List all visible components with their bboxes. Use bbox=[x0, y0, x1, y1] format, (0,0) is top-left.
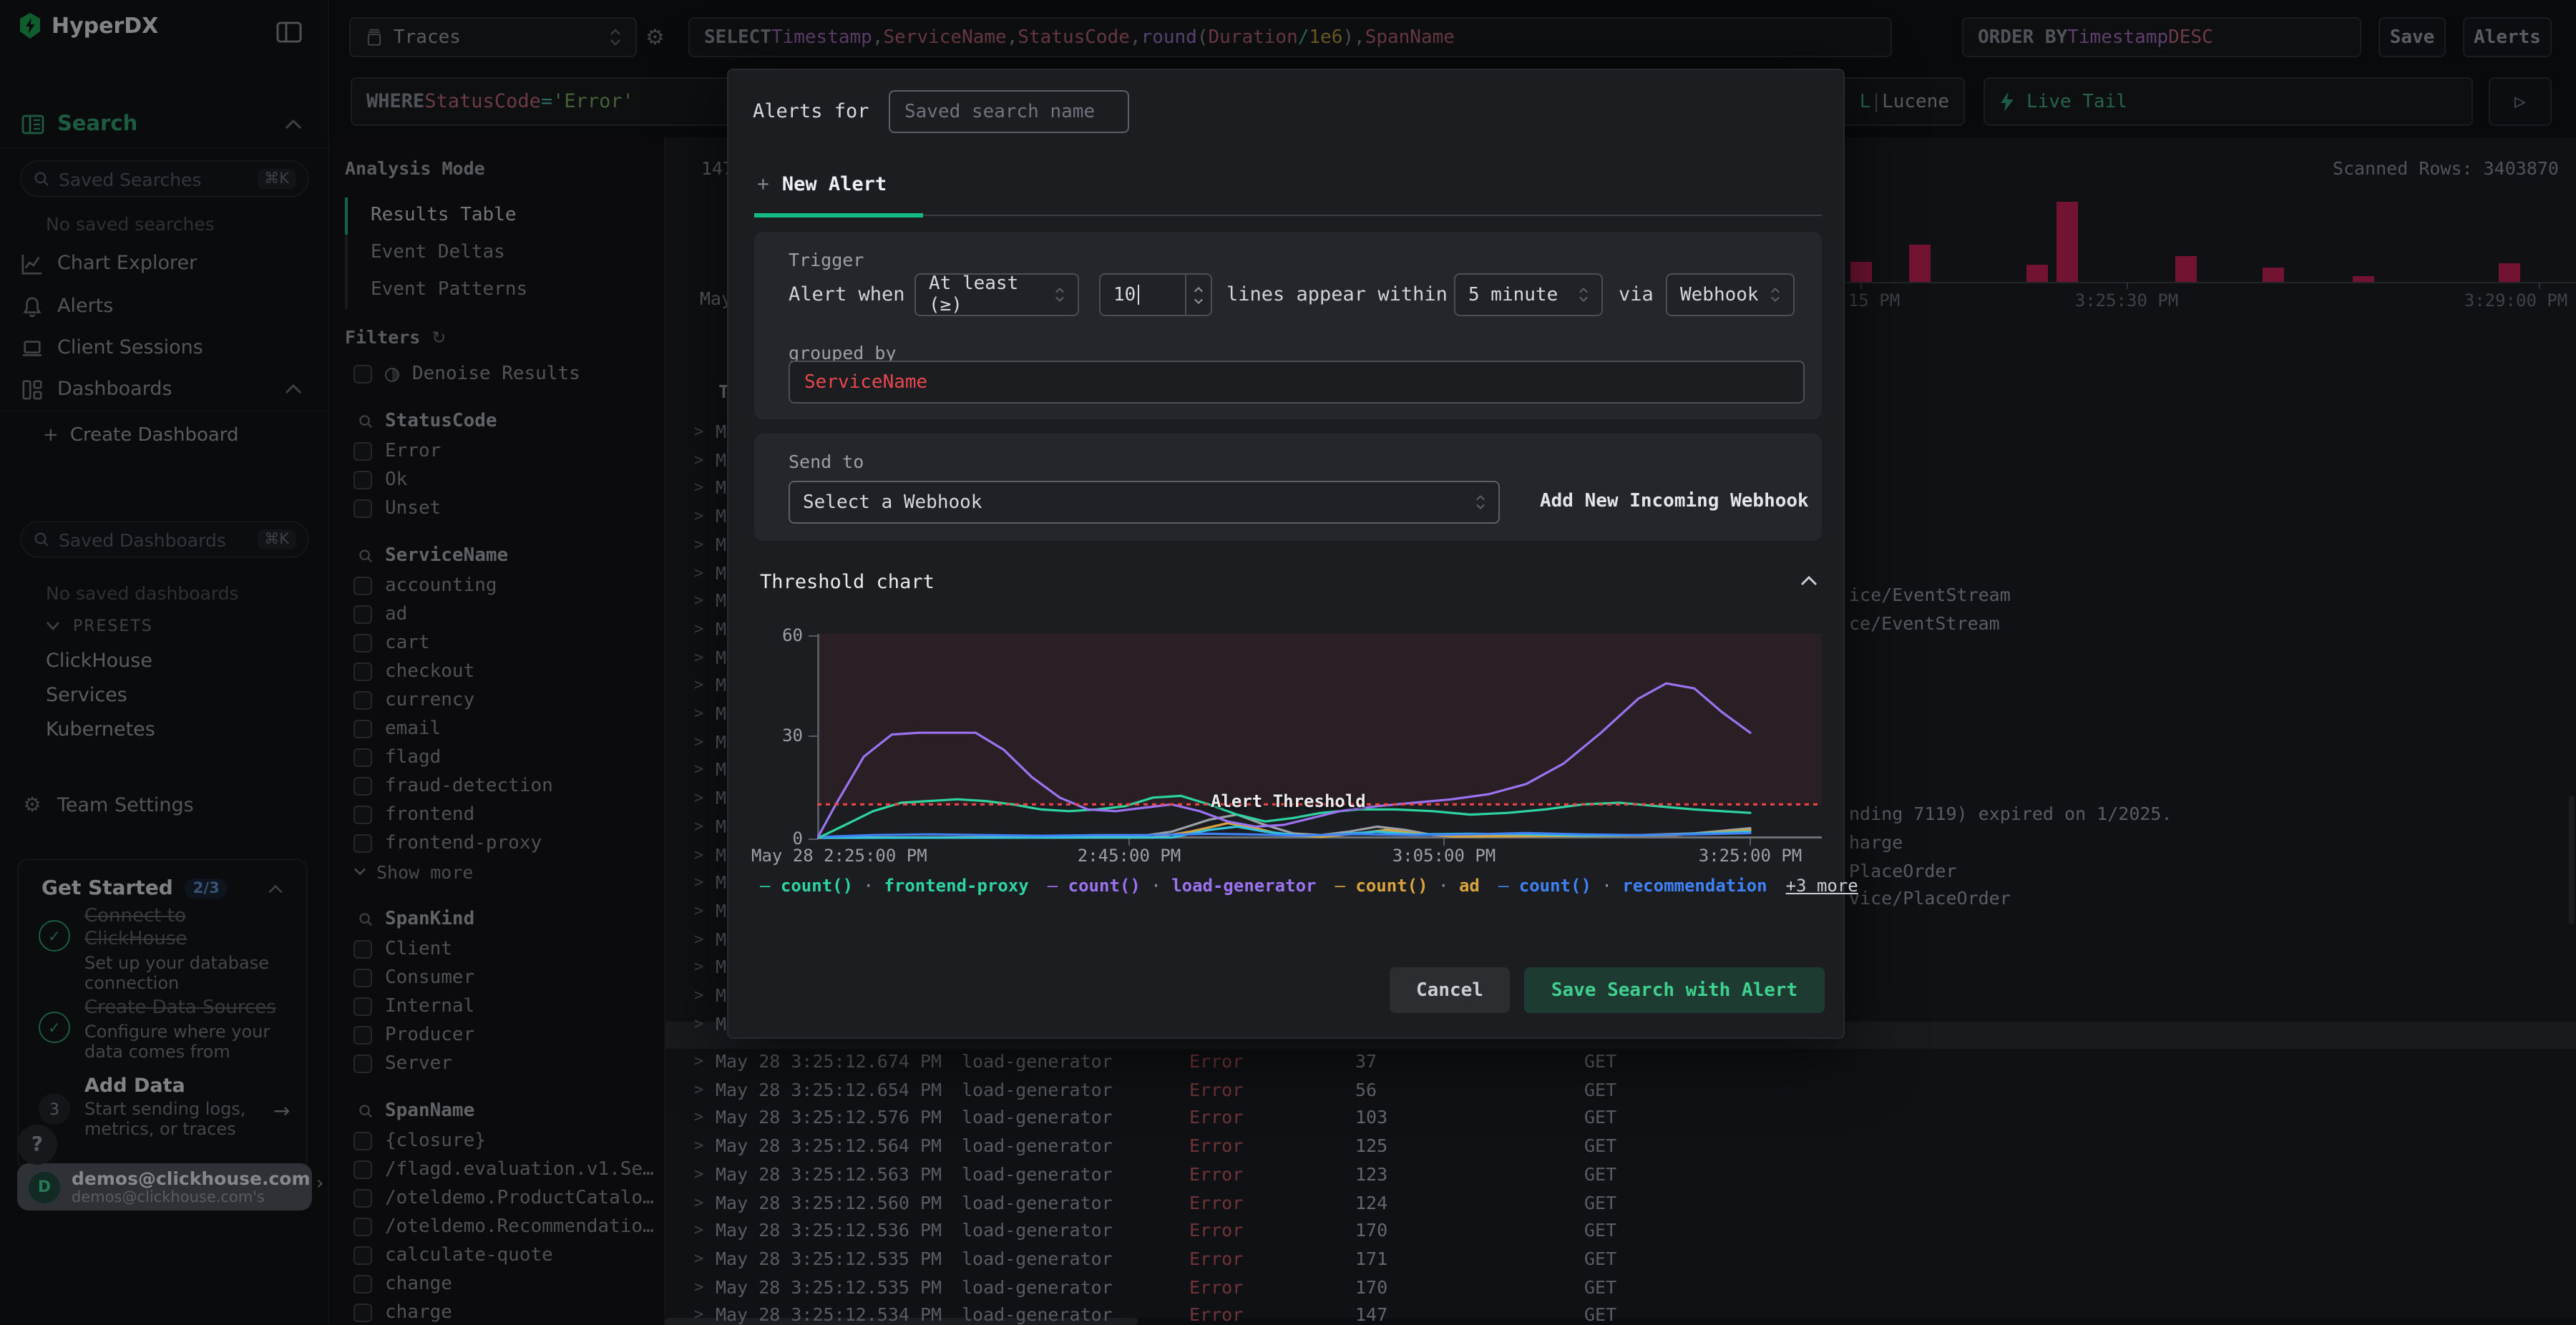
chevron-updown-icon bbox=[1579, 286, 1589, 303]
lines-appear-label: lines appear within bbox=[1226, 283, 1448, 306]
channel-value: Webhook bbox=[1680, 284, 1759, 305]
send-to-panel: Send to Select a Webhook Add New Incomin… bbox=[754, 434, 1822, 541]
legend-separator: · bbox=[1591, 876, 1623, 896]
condition-value: At least (≥) bbox=[929, 273, 1019, 316]
alert-when-label: Alert when bbox=[789, 283, 905, 306]
grouped-by-value: ServiceName bbox=[804, 371, 928, 393]
legend-item-load-generator[interactable]: — count() · load-generator bbox=[1048, 876, 1317, 896]
legend-item-frontend-proxy[interactable]: — count() · frontend-proxy bbox=[760, 876, 1029, 896]
threshold-value: 10 bbox=[1113, 284, 1136, 305]
y-tick-mark bbox=[809, 735, 817, 737]
chart-legend: — count() · frontend-proxy — count() · lo… bbox=[760, 876, 1858, 896]
window-select[interactable]: 5 minute bbox=[1454, 273, 1603, 316]
trigger-panel: Trigger Alert when At least (≥) 10 lines… bbox=[754, 232, 1822, 419]
send-to-label: Send to bbox=[789, 451, 864, 472]
x-axis-label: 3:05:00 PM bbox=[1392, 846, 1496, 866]
y-axis-tick: 60 bbox=[782, 625, 803, 645]
modal-title: Alerts for bbox=[753, 100, 869, 123]
via-label: via bbox=[1619, 283, 1654, 306]
legend-swatch: — bbox=[1335, 876, 1356, 896]
webhook-placeholder: Select a Webhook bbox=[803, 492, 982, 513]
chevron-updown-icon bbox=[1770, 286, 1780, 303]
plus-icon: + bbox=[757, 173, 769, 196]
legend-series-name: load-generator bbox=[1171, 876, 1317, 896]
legend-item-recommendation[interactable]: — count() · recommendation bbox=[1498, 876, 1767, 896]
legend-swatch: — bbox=[1498, 876, 1519, 896]
hyperdx-app: Traces ⚙ SELECT Timestamp, ServiceName, St… bbox=[0, 0, 2576, 1325]
x-axis-label: 2:45:00 PM bbox=[1077, 846, 1181, 866]
threshold-chart-title: Threshold chart bbox=[760, 571, 935, 594]
webhook-select[interactable]: Select a Webhook bbox=[789, 481, 1500, 524]
add-webhook-button[interactable]: Add New Incoming Webhook bbox=[1540, 491, 1809, 512]
threshold-chart-svg bbox=[816, 634, 1822, 846]
above-threshold-region bbox=[817, 634, 1822, 805]
y-tick-mark bbox=[809, 838, 817, 840]
alert-threshold-label: Alert Threshold bbox=[1211, 791, 1366, 811]
x-axis-label: 3:25:00 PM bbox=[1698, 846, 1802, 866]
legend-item-ad[interactable]: — count() · ad bbox=[1335, 876, 1480, 896]
chevron-up-icon[interactable] bbox=[1194, 285, 1204, 293]
tab-label: New Alert bbox=[781, 173, 887, 196]
alert-modal: Alerts for Saved search name + New Alert… bbox=[727, 69, 1858, 1039]
legend-series-name: frontend-proxy bbox=[884, 876, 1029, 896]
legend-fn: count() bbox=[1518, 876, 1591, 896]
condition-select[interactable]: At least (≥) bbox=[914, 273, 1079, 316]
chevron-updown-icon bbox=[1475, 494, 1485, 511]
legend-fn: count() bbox=[1068, 876, 1141, 896]
number-spinner[interactable] bbox=[1185, 275, 1211, 315]
window-value: 5 minute bbox=[1468, 284, 1558, 305]
legend-separator: · bbox=[1140, 876, 1172, 896]
threshold-chart[interactable] bbox=[816, 634, 1822, 846]
legend-series-name: recommendation bbox=[1622, 876, 1767, 896]
chevron-updown-icon bbox=[1055, 286, 1065, 303]
legend-more-button[interactable]: +3 more bbox=[1786, 876, 1858, 896]
legend-fn: count() bbox=[780, 876, 854, 896]
channel-select[interactable]: Webhook bbox=[1666, 273, 1795, 316]
text-caret bbox=[1137, 285, 1139, 305]
input-placeholder: Saved search name bbox=[904, 101, 1096, 122]
cancel-button[interactable]: Cancel bbox=[1390, 967, 1510, 1013]
tab-new-alert[interactable]: + New Alert bbox=[757, 173, 887, 196]
legend-swatch: — bbox=[1047, 876, 1068, 896]
active-tab-indicator bbox=[754, 213, 923, 217]
y-tick-mark bbox=[809, 635, 817, 637]
threshold-number-input[interactable]: 10 bbox=[1099, 273, 1212, 316]
legend-separator: · bbox=[853, 876, 884, 896]
chevron-down-icon[interactable] bbox=[1194, 297, 1204, 304]
x-axis-label: May 28 2:25:00 PM bbox=[751, 846, 927, 866]
trigger-label: Trigger bbox=[789, 249, 864, 270]
y-axis-tick: 30 bbox=[782, 725, 803, 745]
legend-separator: · bbox=[1428, 876, 1459, 896]
legend-series-name: ad bbox=[1458, 876, 1480, 896]
saved-search-name-input[interactable]: Saved search name bbox=[889, 90, 1129, 133]
legend-swatch: — bbox=[760, 876, 781, 896]
legend-fn: count() bbox=[1355, 876, 1428, 896]
save-search-with-alert-button[interactable]: Save Search with Alert bbox=[1524, 967, 1825, 1013]
collapse-chevron-icon[interactable] bbox=[1800, 575, 1818, 587]
grouped-by-input[interactable]: ServiceName bbox=[789, 361, 1805, 404]
